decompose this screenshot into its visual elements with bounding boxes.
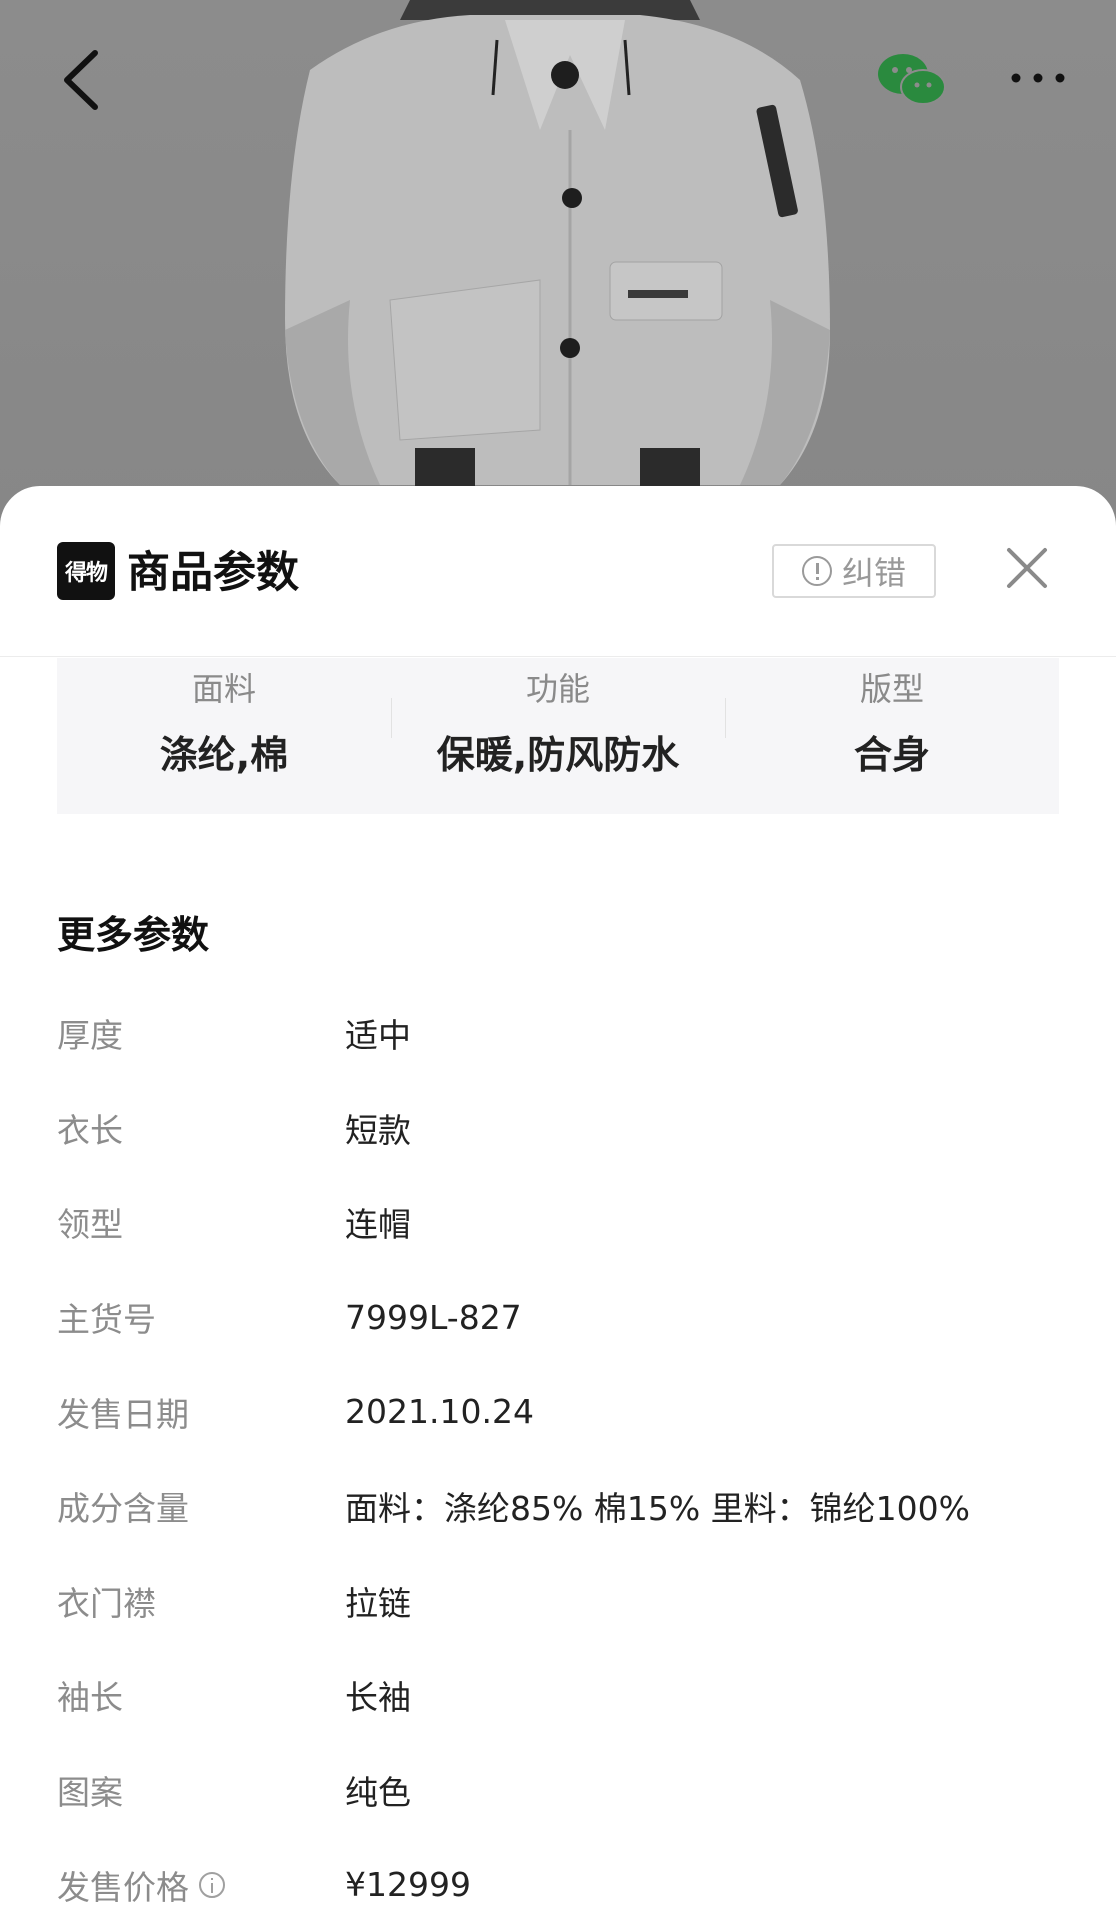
close-icon[interactable] bbox=[1005, 546, 1049, 590]
key-param-value: 合身 bbox=[853, 733, 930, 777]
param-row: 成分含量 面料：涤纶85% 棉15% 里料：锦纶100% bbox=[57, 1459, 1059, 1554]
param-row: 厚度 适中 bbox=[57, 986, 1059, 1081]
sheet-title: 商品参数 bbox=[127, 548, 299, 598]
more-params-title: 更多参数 bbox=[57, 913, 210, 957]
param-value: 长袖 bbox=[345, 1678, 411, 1718]
more-icon[interactable] bbox=[1010, 66, 1066, 90]
param-key: 发售日期 bbox=[57, 1394, 189, 1434]
param-value: 短款 bbox=[345, 1110, 411, 1150]
param-row: 发售价格 ¥12999 bbox=[57, 1837, 1059, 1920]
key-param-value: 涤纶,棉 bbox=[159, 733, 289, 777]
key-param-label: 面料 bbox=[191, 670, 256, 708]
param-key: 图案 bbox=[57, 1773, 123, 1813]
key-param-label: 功能 bbox=[525, 670, 590, 708]
param-row: 衣门襟 拉链 bbox=[57, 1554, 1059, 1649]
param-value: 面料：涤纶85% 棉15% 里料：锦纶100% bbox=[345, 1489, 971, 1529]
key-param-value: 保暖,防风防水 bbox=[436, 733, 680, 777]
key-param-fit: 版型 合身 bbox=[725, 658, 1059, 814]
report-error-label: 纠错 bbox=[841, 554, 906, 592]
alert-circle-icon bbox=[801, 556, 832, 586]
param-value: 7999L-827 bbox=[345, 1297, 522, 1337]
param-key-with-info: 发售价格 bbox=[57, 1861, 345, 1909]
report-error-button[interactable]: 纠错 bbox=[772, 544, 936, 598]
product-params-sheet: 得物 商品参数 纠错 面料 涤纶,棉 功能 保暖,防风防水 版型 合身 更多参数… bbox=[0, 486, 1116, 1920]
param-row: 领型 连帽 bbox=[57, 1175, 1059, 1270]
jacket-illustration bbox=[285, 0, 830, 488]
param-value: 适中 bbox=[345, 1016, 411, 1056]
brand-logo-text: 得物 bbox=[64, 561, 108, 586]
back-arrow-icon[interactable] bbox=[55, 45, 115, 115]
param-list: 厚度 适中 衣长 短款 领型 连帽 主货号 7999L-827 发售日期 202… bbox=[57, 986, 1059, 1920]
key-param-label: 版型 bbox=[859, 670, 924, 708]
key-param-fabric: 面料 涤纶,棉 bbox=[57, 658, 391, 814]
param-key: 厚度 bbox=[57, 1016, 123, 1056]
param-row: 衣长 短款 bbox=[57, 1081, 1059, 1176]
param-row: 图案 纯色 bbox=[57, 1743, 1059, 1838]
info-icon[interactable] bbox=[199, 1871, 225, 1898]
wechat-share-icon[interactable] bbox=[876, 52, 948, 108]
param-row: 主货号 7999L-827 bbox=[57, 1270, 1059, 1365]
product-image bbox=[0, 0, 1116, 520]
param-value: ¥12999 bbox=[345, 1865, 471, 1905]
sheet-header: 得物 商品参数 纠错 bbox=[0, 486, 1116, 657]
brand-logo: 得物 bbox=[57, 542, 115, 600]
param-key: 衣门襟 bbox=[57, 1583, 156, 1623]
param-row: 发售日期 2021.10.24 bbox=[57, 1364, 1059, 1459]
param-key: 衣长 bbox=[57, 1110, 123, 1150]
param-value: 拉链 bbox=[345, 1583, 411, 1623]
param-row: 袖长 长袖 bbox=[57, 1648, 1059, 1743]
param-value: 2021.10.24 bbox=[345, 1392, 534, 1432]
key-params-panel: 面料 涤纶,棉 功能 保暖,防风防水 版型 合身 bbox=[57, 658, 1059, 814]
param-key-label: 发售价格 bbox=[57, 1867, 189, 1907]
param-key: 袖长 bbox=[57, 1678, 123, 1718]
param-key: 领型 bbox=[57, 1205, 123, 1245]
param-key: 成分含量 bbox=[57, 1489, 189, 1529]
param-value: 纯色 bbox=[345, 1773, 411, 1813]
key-param-function: 功能 保暖,防风防水 bbox=[391, 658, 725, 814]
param-value: 连帽 bbox=[345, 1205, 411, 1245]
param-key: 主货号 bbox=[57, 1300, 156, 1340]
